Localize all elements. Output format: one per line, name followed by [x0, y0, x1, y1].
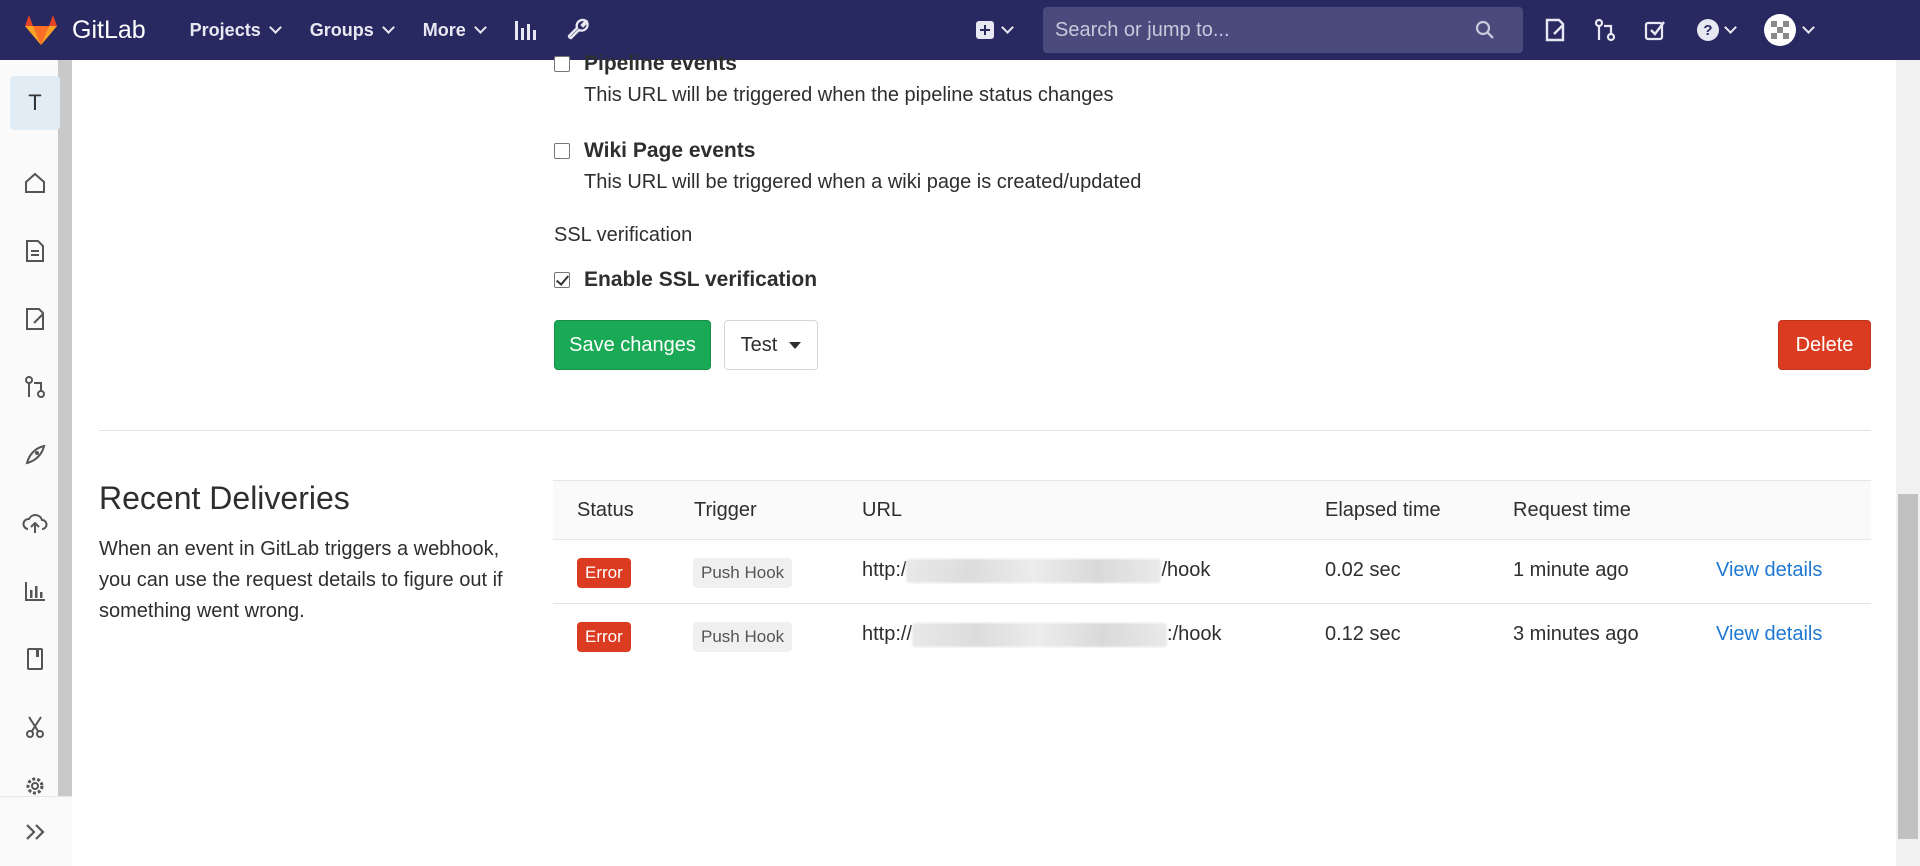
settings-icon[interactable] — [20, 776, 50, 796]
nav-projects-label: Projects — [189, 19, 261, 40]
chevron-down-icon — [381, 21, 395, 34]
elapsed-time: 0.12 sec — [1325, 623, 1401, 645]
search-icon — [1475, 20, 1494, 39]
table-row: Error Push Hook http:// :/hook 0.12 sec … — [553, 604, 1871, 668]
header-status: Status — [577, 499, 634, 521]
deliveries-table: Status Trigger URL Elapsed time Request … — [553, 480, 1871, 668]
wiki-events-title: Wiki Page events — [584, 139, 756, 162]
url-prefix: http:/ — [862, 559, 907, 581]
trigger-badge: Push Hook — [693, 622, 793, 652]
home-icon[interactable] — [20, 168, 50, 198]
table-header: Status Trigger URL Elapsed time Request … — [553, 480, 1871, 540]
ssl-option: Enable SSL verification — [554, 268, 817, 292]
recent-deliveries-title: Recent Deliveries — [99, 480, 350, 516]
rocket-icon[interactable] — [20, 440, 50, 470]
pipeline-events-option: Pipeline events This URL will be trigger… — [554, 52, 1114, 107]
double-chevron-right-icon — [26, 823, 45, 840]
view-details-link[interactable]: View details — [1716, 559, 1822, 582]
header-elapsed: Elapsed time — [1325, 499, 1441, 521]
header-request-time: Request time — [1513, 499, 1631, 521]
redacted-url — [906, 559, 1162, 583]
test-button-label: Test — [740, 333, 778, 356]
save-changes-button[interactable]: Save changes — [554, 320, 711, 370]
chevron-down-icon — [268, 21, 282, 34]
request-time: 3 minutes ago — [1513, 623, 1639, 645]
ssl-verification-label: SSL verification — [554, 224, 693, 246]
nav-more[interactable]: More — [419, 14, 489, 47]
cloud-icon[interactable] — [20, 508, 50, 538]
page-scrollbar-thumb[interactable] — [1898, 494, 1918, 839]
ssl-option-title: Enable SSL verification — [584, 268, 818, 291]
activity-chart-icon[interactable] — [511, 15, 541, 45]
pipeline-events-checkbox[interactable] — [554, 56, 570, 72]
wiki-events-desc: This URL will be triggered when a wiki p… — [584, 171, 1142, 193]
header-url: URL — [862, 499, 903, 521]
new-item-icon[interactable] — [970, 15, 1016, 45]
status-badge: Error — [577, 558, 631, 588]
url-prefix: http:// — [862, 623, 913, 645]
wiki-events-checkbox[interactable] — [554, 143, 570, 159]
test-dropdown-button[interactable]: Test — [724, 320, 818, 370]
recent-deliveries-description: When an event in GitLab triggers a webho… — [99, 538, 503, 622]
pipeline-events-title: Pipeline events — [584, 52, 737, 75]
chevron-down-icon — [1801, 21, 1815, 34]
admin-wrench-icon[interactable] — [563, 15, 593, 45]
pipeline-events-desc: This URL will be triggered when the pipe… — [584, 84, 1114, 106]
header-trigger: Trigger — [694, 499, 757, 521]
merge-request-icon[interactable] — [1590, 15, 1620, 45]
delivery-url: http:/ /hook — [862, 559, 1210, 583]
top-navbar: GitLab Projects Groups More ? — [0, 0, 1920, 60]
chevron-down-icon — [1723, 21, 1737, 34]
gitlab-fox-icon — [25, 15, 57, 45]
user-avatar-menu[interactable] — [1760, 14, 1816, 46]
project-avatar[interactable]: T — [10, 76, 60, 130]
nav-groups[interactable]: Groups — [306, 14, 397, 47]
redacted-url — [912, 623, 1168, 647]
url-suffix: /hook — [1161, 559, 1211, 581]
help-icon[interactable]: ? — [1690, 15, 1740, 45]
request-time: 1 minute ago — [1513, 559, 1629, 581]
todos-icon[interactable] — [1640, 15, 1670, 45]
chart-icon[interactable] — [20, 576, 50, 606]
project-avatar-letter: T — [28, 90, 42, 115]
scissors-icon[interactable] — [20, 712, 50, 742]
chevron-down-icon — [473, 21, 487, 34]
gitlab-logo[interactable]: GitLab — [24, 14, 146, 46]
section-divider — [99, 430, 1871, 431]
merge-request-icon[interactable] — [20, 372, 50, 402]
view-details-link[interactable]: View details — [1716, 623, 1822, 646]
issues-icon[interactable] — [1540, 15, 1570, 45]
elapsed-time: 0.02 sec — [1325, 559, 1401, 581]
delete-button[interactable]: Delete — [1778, 320, 1871, 370]
collapse-sidebar-button[interactable] — [0, 796, 72, 866]
brand-name: GitLab — [72, 15, 146, 44]
nav-more-label: More — [422, 19, 466, 40]
nav-projects[interactable]: Projects — [186, 14, 284, 47]
table-row: Error Push Hook http:/ /hook 0.02 sec 1 … — [553, 540, 1871, 604]
delivery-url: http:// :/hook — [862, 623, 1222, 647]
avatar — [1763, 14, 1796, 46]
nav-groups-label: Groups — [309, 19, 374, 40]
url-suffix: :/hook — [1167, 623, 1222, 645]
caret-down-icon — [789, 341, 802, 349]
book-icon[interactable] — [20, 644, 50, 674]
ssl-checkbox[interactable] — [554, 272, 570, 288]
chevron-down-icon — [1000, 21, 1014, 34]
wiki-events-option: Wiki Page events This URL will be trigge… — [554, 139, 1141, 194]
doc-icon[interactable] — [20, 236, 50, 266]
trigger-badge: Push Hook — [693, 558, 793, 588]
search-box[interactable] — [1043, 7, 1523, 53]
sidebar-scrollbar[interactable] — [58, 60, 72, 796]
issues-icon[interactable] — [20, 304, 50, 334]
search-input[interactable] — [1055, 18, 1475, 42]
svg-text:?: ? — [1703, 22, 1712, 39]
status-badge: Error — [577, 622, 631, 652]
